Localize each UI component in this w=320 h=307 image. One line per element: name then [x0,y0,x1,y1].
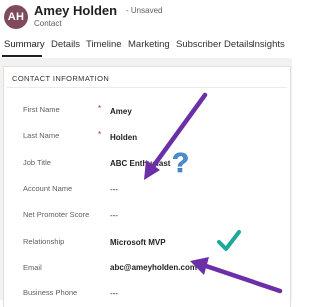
arrow-to-email [190,257,283,294]
annotation-overlay: ? [144,92,283,294]
checkmark-icon [217,230,241,251]
question-mark-icon: ? [172,147,189,178]
